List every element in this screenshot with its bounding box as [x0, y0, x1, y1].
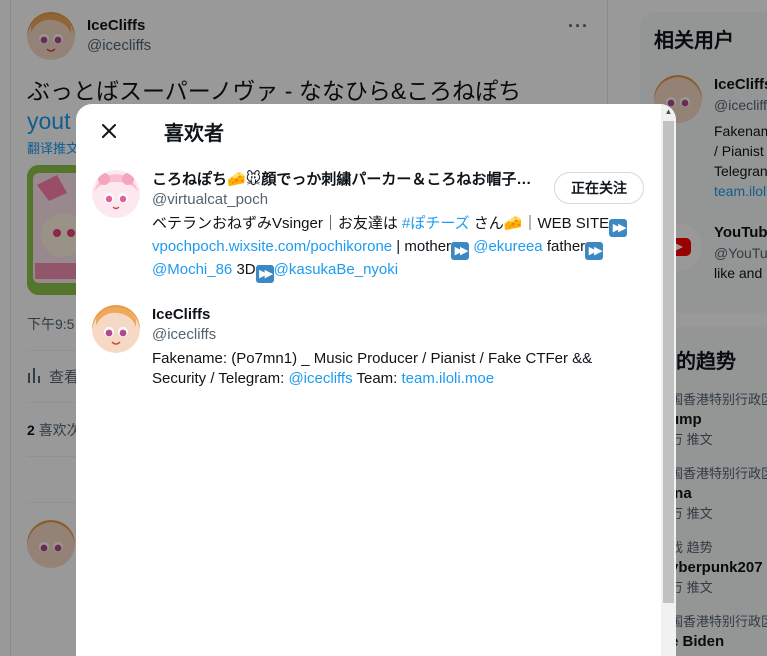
bio-text: Team: — [352, 370, 402, 387]
fast-forward-icon: ▶▶ — [585, 242, 604, 260]
close-icon — [102, 124, 116, 138]
user-name[interactable]: ころねぽち🧀🐭顔でっか刺繍パーカー＆ころねお帽子… — [152, 170, 542, 190]
user-name[interactable]: IceCliffs — [152, 305, 542, 325]
scroll-up-arrow[interactable]: ▲ — [661, 104, 676, 119]
scroll-thumb[interactable] — [663, 121, 674, 603]
website-link[interactable]: vpochpoch.wixsite.com/pochikorone — [152, 238, 392, 255]
likes-modal: 喜欢者 ころねぽち🧀🐭顔でっか刺繍パーカー＆ころねお帽子… @virtualca… — [76, 104, 676, 656]
user-bio: ベテランおねずみVsinger｜お友達は #ぽチーズ さん🧀｜WEB SITE ▶… — [152, 214, 636, 283]
avatar[interactable] — [92, 170, 140, 218]
bio-text: ベテランおねずみVsinger｜お友達は — [152, 215, 403, 232]
modal-scrollbar[interactable]: ▲ — [661, 104, 676, 656]
user-handle[interactable]: @icecliffs — [152, 325, 636, 345]
close-button[interactable] — [92, 114, 126, 148]
fast-forward-icon: ▶▶ — [255, 265, 274, 283]
bio-text: さん🧀｜WEB SITE — [469, 215, 610, 232]
modal-header: 喜欢者 — [76, 104, 676, 158]
bio-text: 3D — [232, 261, 256, 278]
bio-text: father — [542, 238, 586, 255]
avatar[interactable] — [92, 305, 140, 353]
mention-link[interactable]: @ekureea — [473, 238, 542, 255]
user-cell[interactable]: IceCliffs @icecliffs Fakename: (Po7mn1) … — [76, 295, 676, 401]
mention-link[interactable]: @icecliffs — [288, 370, 352, 387]
user-bio: Fakename: (Po7mn1) _ Music Producer / Pi… — [152, 349, 636, 389]
modal-title: 喜欢者 — [164, 122, 224, 145]
bio-text: | mother — [392, 238, 452, 255]
mention-link[interactable]: @kasukaBe_nyoki — [274, 261, 398, 278]
following-button[interactable]: 正在关注 — [554, 172, 644, 204]
mention-link[interactable]: @Mochi_86 — [152, 261, 232, 278]
website-link[interactable]: team.iloli.moe — [402, 370, 495, 387]
user-cell[interactable]: ころねぽち🧀🐭顔でっか刺繍パーカー＆ころねお帽子… @virtualcat_po… — [76, 158, 676, 295]
hashtag-link[interactable]: #ぽチーズ — [402, 215, 470, 232]
fast-forward-icon: ▶▶ — [609, 219, 628, 237]
fast-forward-icon: ▶▶ — [451, 242, 470, 260]
